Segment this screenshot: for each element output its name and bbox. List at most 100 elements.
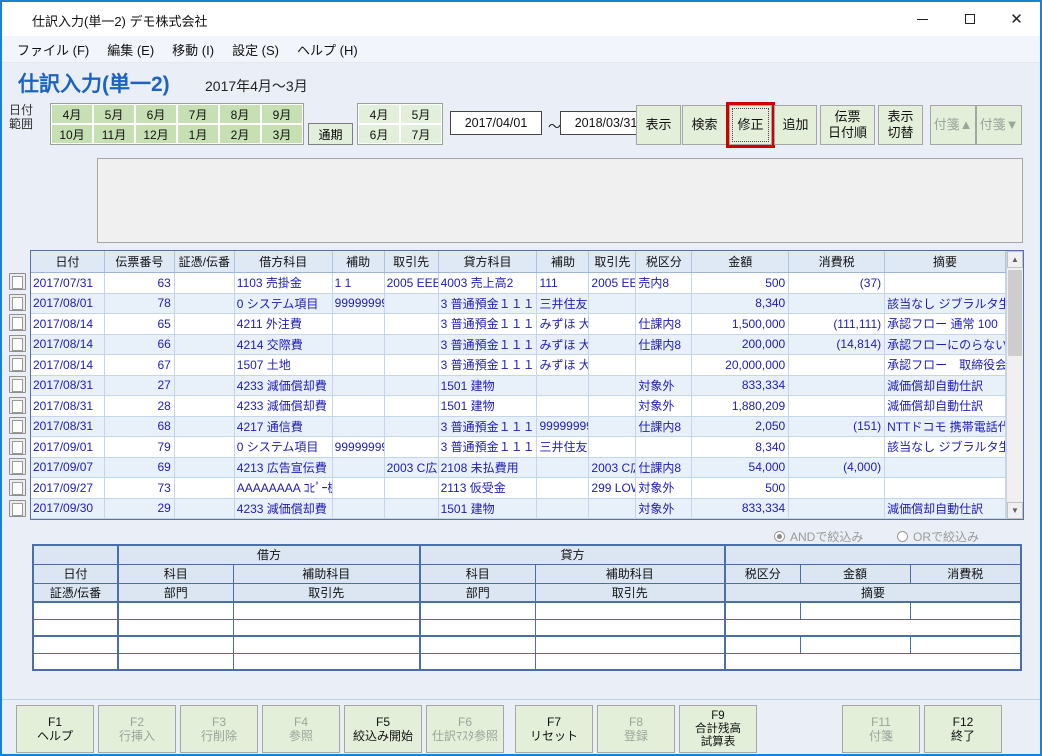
filter-input-cell[interactable] xyxy=(800,636,910,653)
journal-row-note-icon[interactable] xyxy=(9,500,26,517)
filter-input-cell[interactable] xyxy=(725,636,800,653)
close-button[interactable]: ✕ xyxy=(993,2,1040,36)
filter-input-cell[interactable] xyxy=(118,653,233,670)
journal-row-note-icon[interactable] xyxy=(9,458,26,475)
scrollbar-thumb[interactable] xyxy=(1008,270,1022,356)
month-button[interactable]: 7月 xyxy=(400,124,442,144)
filter-input-cell[interactable] xyxy=(33,619,118,636)
journal-row-note-icon[interactable] xyxy=(9,376,26,393)
filter-input-cell[interactable] xyxy=(233,602,420,619)
month-button[interactable]: 5月 xyxy=(93,104,135,124)
toolbar-button-2[interactable]: 修正 xyxy=(729,105,772,145)
filter-input-cell[interactable] xyxy=(800,602,910,619)
filter-input-cell[interactable] xyxy=(725,619,1021,636)
journal-row-note-icon[interactable] xyxy=(9,397,26,414)
journal-row[interactable]: 2017/07/31631103 売掛金1 12005 EEE4003 売上高2… xyxy=(31,273,1006,294)
journal-row-note-icon[interactable] xyxy=(9,355,26,372)
menu-item-4[interactable]: ヘルプ (H) xyxy=(288,36,367,63)
toolbar-button-1[interactable]: 検索 xyxy=(682,105,727,145)
month-button[interactable]: 6月 xyxy=(358,124,400,144)
fkey-f7-button[interactable]: F7 リセット xyxy=(515,705,593,753)
menu-item-1[interactable]: 編集 (E) xyxy=(98,36,163,63)
journal-row-note-icon[interactable] xyxy=(9,294,26,311)
fkey-f12-button[interactable]: F12 終了 xyxy=(924,705,1002,753)
filter-input-cell[interactable] xyxy=(33,602,118,619)
menu-item-0[interactable]: ファイル (F) xyxy=(8,36,98,63)
fkey-f9-button[interactable]: F9 合計残高 試算表 xyxy=(679,705,757,753)
month-button[interactable]: 4月 xyxy=(51,104,93,124)
filter-input-cell[interactable] xyxy=(420,653,535,670)
fkey-f8-button[interactable]: F8 登録 xyxy=(597,705,675,753)
filter-input-cell[interactable] xyxy=(910,602,1021,619)
month-button[interactable]: 7月 xyxy=(177,104,219,124)
fkey-f11-button[interactable]: F11 付箋 xyxy=(842,705,920,753)
filter-input-cell[interactable] xyxy=(535,636,725,653)
toolbar-button-6[interactable]: 付箋▲ xyxy=(930,105,976,145)
toolbar-button-0[interactable]: 表示 xyxy=(636,105,681,145)
filter-input-cell[interactable] xyxy=(118,636,233,653)
filter-input-cell[interactable] xyxy=(420,636,535,653)
month-button[interactable]: 8月 xyxy=(219,104,261,124)
journal-row[interactable]: 2017/08/14671507 土地3 普通預金１１１みずほ 大20,000,… xyxy=(31,355,1006,376)
scroll-up-button[interactable]: ▲ xyxy=(1007,251,1023,268)
journal-row[interactable]: 2017/09/07694213 広告宣伝費2003 C広2108 未払費用20… xyxy=(31,458,1006,479)
month-button[interactable]: 4月 xyxy=(358,104,400,124)
month-button[interactable]: 6月 xyxy=(135,104,177,124)
fkey-f5-button[interactable]: F5 絞込み開始 xyxy=(344,705,422,753)
journal-row-note-icon[interactable] xyxy=(9,314,26,331)
toolbar-button-5[interactable]: 表示 切替 xyxy=(878,105,923,145)
and-filter-radio[interactable]: ANDで絞込み xyxy=(774,528,863,545)
full-period-button[interactable]: 通期 xyxy=(308,123,353,145)
month-button[interactable]: 3月 xyxy=(261,124,303,144)
filter-input-cell[interactable] xyxy=(535,653,725,670)
toolbar-button-7[interactable]: 付箋▼ xyxy=(976,105,1022,145)
filter-input-cell[interactable] xyxy=(910,636,1021,653)
journal-row[interactable]: 2017/08/14664214 交際費3 普通預金１１１みずほ 大仕課内820… xyxy=(31,335,1006,356)
fkey-f3-button[interactable]: F3 行削除 xyxy=(180,705,258,753)
maximize-button[interactable] xyxy=(946,2,993,36)
journal-row[interactable]: 2017/08/14654211 外注費3 普通預金１１１みずほ 大仕課内81,… xyxy=(31,314,1006,335)
journal-row-note-icon[interactable] xyxy=(9,273,26,290)
minimize-button[interactable] xyxy=(899,2,946,36)
filter-input-cell[interactable] xyxy=(420,602,535,619)
month-button[interactable]: 2月 xyxy=(219,124,261,144)
filter-input-cell[interactable] xyxy=(118,619,233,636)
journal-row-note-icon[interactable] xyxy=(9,479,26,496)
filter-input-cell[interactable] xyxy=(535,602,725,619)
month-button[interactable]: 9月 xyxy=(261,104,303,124)
menu-item-2[interactable]: 移動 (I) xyxy=(163,36,223,63)
filter-input-cell[interactable] xyxy=(33,636,118,653)
filter-input-cell[interactable] xyxy=(233,653,420,670)
filter-input-cell[interactable] xyxy=(420,619,535,636)
month-button[interactable]: 10月 xyxy=(51,124,93,144)
journal-row[interactable]: 2017/08/31684217 通信費3 普通預金１１１99999999仕課内… xyxy=(31,417,1006,438)
filter-input-cell[interactable] xyxy=(233,619,420,636)
fkey-f6-button[interactable]: F6 仕訳ﾏｽﾀ参照 xyxy=(426,705,504,753)
month-button[interactable]: 5月 xyxy=(400,104,442,124)
journal-row[interactable]: 2017/08/31274233 減価償却費1501 建物対象外833,334減… xyxy=(31,376,1006,397)
filter-input-cell[interactable] xyxy=(535,619,725,636)
journal-row[interactable]: 2017/08/01780 システム項目999999993 普通預金１１１三井住… xyxy=(31,294,1006,315)
toolbar-button-4[interactable]: 伝票 日付順 xyxy=(820,105,875,145)
toolbar-button-3[interactable]: 追加 xyxy=(774,105,817,145)
filter-input-cell[interactable] xyxy=(725,602,800,619)
date-from-input[interactable]: 2017/04/01 xyxy=(450,111,542,135)
journal-row-note-icon[interactable] xyxy=(9,417,26,434)
journal-row-note-icon[interactable] xyxy=(9,335,26,352)
journal-row-note-icon[interactable] xyxy=(9,438,26,455)
month-button[interactable]: 11月 xyxy=(93,124,135,144)
journal-row[interactable]: 2017/09/30294233 減価償却費1501 建物対象外833,334減… xyxy=(31,499,1006,520)
fkey-f2-button[interactable]: F2 行挿入 xyxy=(98,705,176,753)
filter-input-cell[interactable] xyxy=(233,636,420,653)
month-button[interactable]: 1月 xyxy=(177,124,219,144)
filter-input-cell[interactable] xyxy=(118,602,233,619)
or-filter-radio[interactable]: ORで絞込み xyxy=(897,528,979,545)
journal-row[interactable]: 2017/09/2773AAAAAAAA ｺﾋﾟｰ機2113 仮受金299 LO… xyxy=(31,478,1006,499)
menu-item-3[interactable]: 設定 (S) xyxy=(223,36,288,63)
filter-input-cell[interactable] xyxy=(33,653,118,670)
filter-input-cell[interactable] xyxy=(725,653,1021,670)
scroll-down-button[interactable]: ▼ xyxy=(1007,502,1023,519)
month-button[interactable]: 12月 xyxy=(135,124,177,144)
journal-row[interactable]: 2017/08/31284233 減価償却費1501 建物対象外1,880,20… xyxy=(31,396,1006,417)
fkey-f1-button[interactable]: F1 ヘルプ xyxy=(16,705,94,753)
